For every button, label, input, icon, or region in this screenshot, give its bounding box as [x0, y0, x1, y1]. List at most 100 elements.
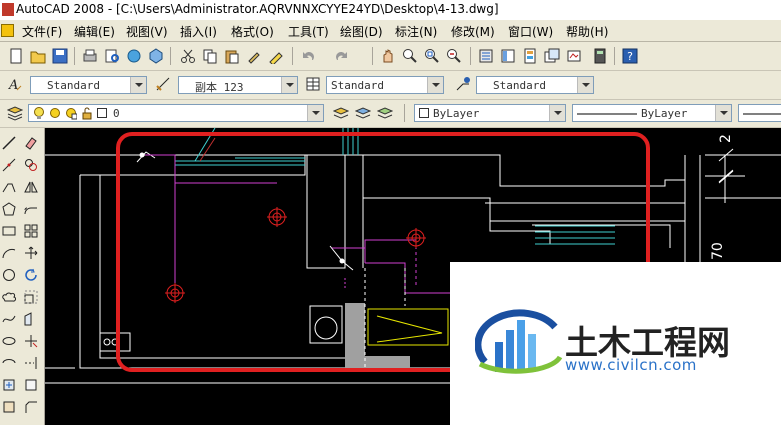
menu-edit[interactable]: 编辑(E) — [74, 23, 115, 40]
linetype-select[interactable]: ByLayer — [572, 104, 732, 122]
document-icon[interactable] — [1, 24, 14, 37]
watermark-url: www.civilcn.com — [565, 356, 697, 374]
menu-dimension[interactable]: 标注(N) — [395, 23, 437, 40]
make-block-icon[interactable] — [2, 400, 16, 414]
publish-icon[interactable] — [126, 48, 142, 64]
text-style-select[interactable]: Standard — [30, 76, 147, 94]
construction-line-icon[interactable] — [2, 158, 16, 172]
tool-palettes-icon[interactable] — [522, 48, 538, 64]
save-icon[interactable] — [52, 48, 68, 64]
properties-icon[interactable] — [478, 48, 494, 64]
copy-object-icon[interactable] — [24, 158, 38, 172]
chevron-down-icon[interactable] — [427, 77, 443, 93]
mirror-icon[interactable] — [24, 180, 38, 194]
dimension-style-select[interactable]: 副本 123 — [178, 76, 298, 94]
calculator-icon[interactable] — [592, 48, 608, 64]
multileader-style-icon[interactable] — [455, 76, 471, 92]
sheet-set-icon[interactable] — [544, 48, 560, 64]
menu-view[interactable]: 视图(V) — [126, 23, 168, 40]
revision-cloud-icon[interactable] — [2, 290, 16, 304]
chevron-down-icon[interactable] — [715, 105, 731, 121]
spline-icon[interactable] — [2, 312, 16, 326]
cut-icon[interactable] — [180, 48, 196, 64]
multileader-style-select[interactable]: Standard — [476, 76, 594, 94]
polygon-icon[interactable] — [2, 202, 16, 216]
erase-icon[interactable] — [24, 136, 38, 150]
layer-states-icon[interactable] — [377, 105, 393, 121]
move-icon[interactable] — [24, 246, 38, 260]
arc-icon[interactable] — [2, 246, 16, 260]
menu-modify[interactable]: 修改(M) — [451, 23, 495, 40]
text-style-icon[interactable]: A — [7, 76, 23, 92]
plot-preview-icon[interactable] — [104, 48, 120, 64]
layer-previous-icon[interactable] — [355, 105, 371, 121]
title-bar: AutoCAD 2008 - [C:\Users\Administrator.A… — [0, 0, 781, 20]
multileader-style-value: Standard — [493, 79, 546, 92]
rectangle-icon[interactable] — [2, 224, 16, 238]
help-icon[interactable]: ? — [622, 48, 638, 64]
chevron-down-icon[interactable] — [130, 77, 146, 93]
insert-block-icon[interactable] — [2, 378, 16, 392]
paste-icon[interactable] — [224, 48, 240, 64]
layer-select[interactable]: 0 — [28, 104, 324, 122]
copy-icon[interactable] — [202, 48, 218, 64]
offset-icon[interactable] — [24, 202, 38, 216]
chevron-down-icon[interactable] — [307, 105, 323, 121]
plot-icon[interactable] — [82, 48, 98, 64]
circle-icon[interactable] — [2, 268, 16, 282]
lightbulb-icon[interactable] — [33, 107, 45, 120]
dimension-style-icon[interactable] — [155, 76, 171, 92]
menu-draw[interactable]: 绘图(D) — [340, 23, 383, 40]
pan-icon[interactable] — [380, 48, 396, 64]
block-editor-icon[interactable] — [268, 48, 284, 64]
line-icon[interactable] — [2, 136, 16, 150]
menu-tools[interactable]: 工具(T) — [288, 23, 329, 40]
redo-icon[interactable] — [334, 48, 350, 64]
array-icon[interactable] — [24, 224, 38, 238]
menu-file[interactable]: 文件(F) — [22, 23, 62, 40]
color-select[interactable]: ByLayer — [414, 104, 566, 122]
stretch-icon[interactable] — [24, 312, 38, 326]
table-style-icon[interactable] — [305, 76, 321, 92]
chevron-down-icon[interactable] — [281, 77, 297, 93]
menu-window[interactable]: 窗口(W) — [508, 23, 553, 40]
open-icon[interactable] — [30, 48, 46, 64]
polyline-icon[interactable] — [2, 180, 16, 194]
table-style-select[interactable]: Standard — [326, 76, 444, 94]
table-style-value: Standard — [331, 79, 384, 92]
menu-help[interactable]: 帮助(H) — [566, 23, 608, 40]
markup-set-icon[interactable] — [566, 48, 582, 64]
lineweight-select[interactable] — [738, 104, 781, 122]
rotate-icon[interactable] — [24, 268, 38, 282]
sun-viewport-icon[interactable] — [65, 107, 77, 120]
zoom-window-icon[interactable] — [424, 48, 440, 64]
new-icon[interactable] — [8, 48, 24, 64]
trim-icon[interactable] — [24, 334, 38, 348]
chevron-down-icon[interactable] — [549, 105, 565, 121]
menu-format[interactable]: 格式(O) — [231, 23, 274, 40]
match-properties-icon[interactable] — [246, 48, 262, 64]
design-center-icon[interactable] — [500, 48, 516, 64]
autocad-app-icon[interactable] — [2, 3, 14, 16]
zoom-previous-icon[interactable] — [446, 48, 462, 64]
equipment-outline — [367, 308, 449, 346]
ellipse-arc-icon[interactable] — [2, 356, 16, 370]
undo-icon[interactable] — [300, 48, 316, 64]
make-object-layer-current-icon[interactable] — [333, 105, 349, 121]
ellipse-icon[interactable] — [2, 334, 16, 348]
break-icon[interactable] — [24, 378, 38, 392]
menu-insert[interactable]: 插入(I) — [180, 23, 217, 40]
extend-icon[interactable] — [24, 356, 38, 370]
magenta-pipes — [145, 154, 455, 294]
sprinkler-symbols — [165, 207, 426, 303]
lock-icon[interactable] — [81, 107, 93, 120]
layer-manager-icon[interactable] — [7, 105, 23, 121]
linetype-value: ByLayer — [641, 107, 688, 120]
chevron-down-icon[interactable] — [577, 77, 593, 93]
3d-dwf-icon[interactable] — [148, 48, 164, 64]
dimension-style-value: 副本 123 — [195, 81, 244, 94]
zoom-realtime-icon[interactable] — [402, 48, 418, 64]
scale-icon[interactable] — [24, 290, 38, 304]
chamfer-icon[interactable] — [24, 400, 38, 414]
sun-icon[interactable] — [49, 107, 61, 120]
